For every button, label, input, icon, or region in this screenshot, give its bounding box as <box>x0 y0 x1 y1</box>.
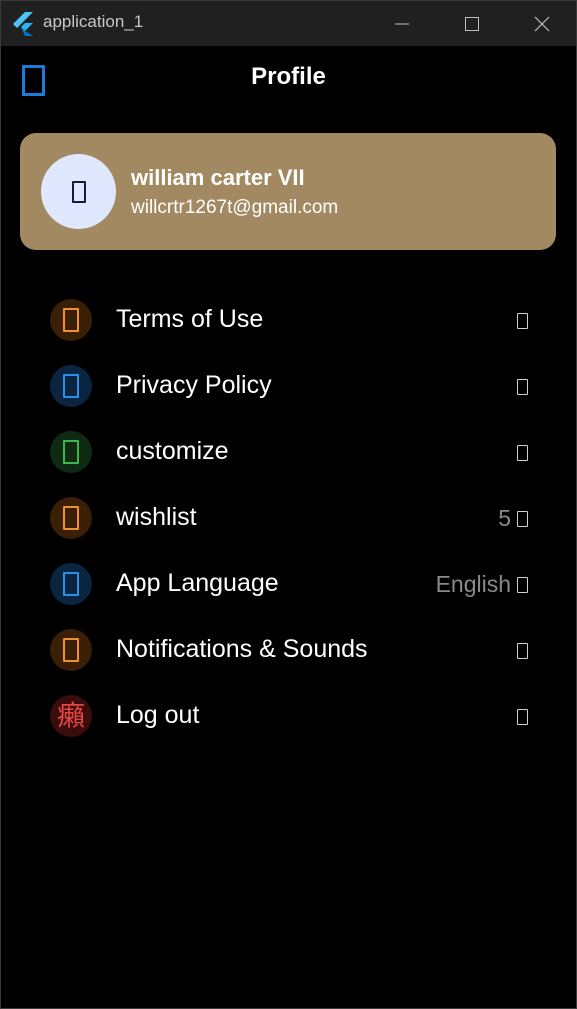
menu-item-value: 5 <box>498 505 511 531</box>
chevron-right-icon <box>517 709 528 725</box>
chevron-right-icon <box>517 577 528 593</box>
document-icon-glyph <box>63 308 79 332</box>
menu-item-privacy-policy[interactable]: Privacy Policy <box>1 353 576 419</box>
heart-icon <box>50 497 92 539</box>
document-icon <box>50 299 92 341</box>
language-icon-glyph <box>63 572 79 596</box>
menu-item-label: Log out <box>116 701 200 729</box>
menu-item-customize[interactable]: customize <box>1 419 576 485</box>
bell-icon-glyph <box>63 638 79 662</box>
person-icon <box>71 180 86 203</box>
menu-item-label: Notifications & Sounds <box>116 635 368 663</box>
close-icon <box>534 16 550 31</box>
menu-item-terms-of-use[interactable]: Terms of Use <box>1 287 576 353</box>
maximize-icon <box>465 16 479 31</box>
menu-item-label: wishlist <box>116 503 197 531</box>
logout-glyph: 癩 <box>56 699 85 732</box>
minimize-button[interactable] <box>367 1 437 46</box>
lock-icon-glyph <box>63 374 79 398</box>
logout-icon: 癩 <box>50 695 92 737</box>
profile-card[interactable]: william carter VII willcrtr1267t@gmail.c… <box>20 133 556 250</box>
menu-item-label: Terms of Use <box>116 305 264 333</box>
palette-icon-glyph <box>63 440 79 464</box>
menu-item-notifications-sounds[interactable]: Notifications & Sounds <box>1 617 576 683</box>
lock-icon <box>50 365 92 407</box>
menu-item-log-out[interactable]: 癩 Log out <box>1 683 576 749</box>
chevron-right-icon <box>517 511 528 527</box>
heart-icon-glyph <box>63 506 79 530</box>
chevron-right-icon <box>517 643 528 659</box>
chevron-right-icon <box>517 313 528 329</box>
avatar <box>41 154 116 229</box>
menu-item-wishlist[interactable]: wishlist 5 <box>1 485 576 551</box>
page-title: Profile <box>251 63 326 90</box>
user-name: william carter VII <box>131 165 305 190</box>
language-icon <box>50 563 92 605</box>
chevron-right-icon <box>517 445 528 461</box>
menu-item-label: App Language <box>116 569 279 597</box>
maximize-button[interactable] <box>437 1 507 46</box>
menu-item-value: English <box>435 571 511 597</box>
window-title: application_1 <box>43 12 144 31</box>
user-email: willcrtr1267t@gmail.com <box>131 197 339 218</box>
minimize-icon <box>395 23 409 24</box>
palette-icon <box>50 431 92 473</box>
app-window: application_1 Profile william carter VII… <box>0 0 577 1009</box>
menu-item-label: customize <box>116 437 229 465</box>
bell-icon <box>50 629 92 671</box>
flutter-logo-icon <box>13 12 33 36</box>
close-button[interactable] <box>507 1 577 46</box>
chevron-right-icon <box>517 379 528 395</box>
menu-item-app-language[interactable]: App Language English <box>1 551 576 617</box>
menu-item-label: Privacy Policy <box>116 371 272 399</box>
title-bar: application_1 <box>1 1 576 46</box>
